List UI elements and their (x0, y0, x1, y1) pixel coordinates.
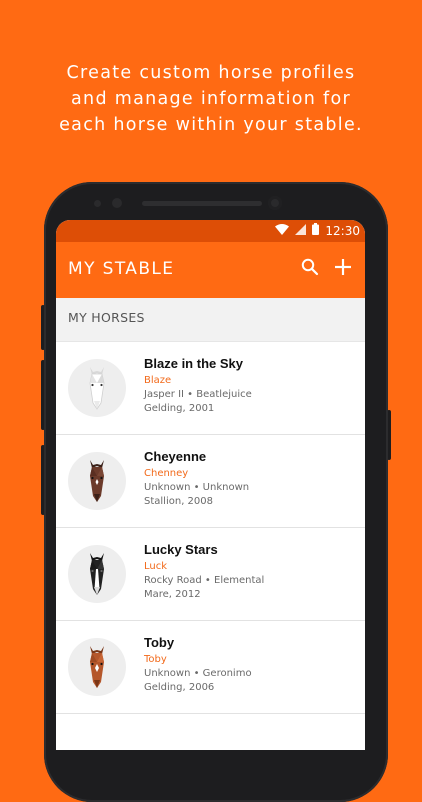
horse-list: Blaze in the Sky Blaze Jasper II • Beatl… (56, 342, 365, 714)
headline-line-2: and manage information for (71, 89, 351, 109)
horse-nickname: Blaze (144, 375, 172, 386)
horse-details: Gelding, 2001 (144, 402, 215, 414)
horse-details: Gelding, 2006 (144, 681, 215, 693)
horse-name: Cheyenne (144, 449, 207, 464)
horse-name: Toby (144, 635, 175, 650)
section-label: MY HORSES (68, 310, 145, 325)
headline-line-3: each horse within your stable. (59, 115, 363, 135)
promo-headline: Create custom horse profiles and manage … (0, 60, 422, 138)
horse-name: Blaze in the Sky (144, 356, 243, 371)
headline-line-1: Create custom horse profiles (66, 63, 356, 83)
list-item[interactable]: Cheyenne Chenney Unknown • Unknown Stall… (56, 435, 365, 528)
horse-head-icon (89, 367, 105, 410)
phone-speaker (142, 201, 262, 206)
status-bar: 12:30 (56, 220, 365, 242)
page-title: MY STABLE (68, 259, 175, 279)
horse-name: Lucky Stars (144, 542, 218, 557)
wifi-icon (275, 223, 290, 238)
horse-nickname: Luck (144, 561, 168, 572)
phone-screen: 12:30 MY STABLE MY HORSES Blaze in the S… (56, 220, 365, 750)
horse-parents: Jasper II • Beatlejuice (144, 389, 252, 400)
add-horse-button[interactable] (331, 257, 355, 281)
list-item[interactable]: Toby Toby Unknown • Geronimo Gelding, 20… (56, 621, 365, 714)
horse-avatar (68, 359, 126, 417)
section-header: MY HORSES (56, 298, 365, 342)
horse-details: Stallion, 2008 (144, 495, 213, 507)
horse-head-icon (90, 460, 104, 502)
phone-camera (268, 196, 282, 210)
signal-icon (295, 223, 307, 238)
horse-parents: Unknown • Geronimo (144, 668, 252, 679)
battery-icon (312, 223, 320, 238)
list-item[interactable]: Lucky Stars Luck Rocky Road • Elemental … (56, 528, 365, 621)
phone-sensor (112, 198, 122, 208)
horse-head-icon (90, 646, 104, 688)
plus-icon (334, 258, 352, 280)
horse-avatar (68, 545, 126, 603)
horse-parents: Rocky Road • Elemental (144, 575, 265, 586)
horse-avatar (68, 638, 126, 696)
list-item[interactable]: Blaze in the Sky Blaze Jasper II • Beatl… (56, 342, 365, 435)
horse-parents: Unknown • Unknown (144, 482, 250, 493)
phone-sensor-small (94, 200, 101, 207)
horse-avatar (68, 452, 126, 510)
horse-nickname: Toby (144, 654, 167, 665)
horse-details: Mare, 2012 (144, 588, 201, 600)
horse-head-icon (90, 553, 104, 595)
horse-nickname: Chenney (144, 468, 189, 479)
app-bar: MY STABLE (56, 242, 365, 298)
search-button[interactable] (298, 257, 322, 281)
search-icon (301, 258, 319, 280)
status-time: 12:30 (325, 223, 360, 238)
